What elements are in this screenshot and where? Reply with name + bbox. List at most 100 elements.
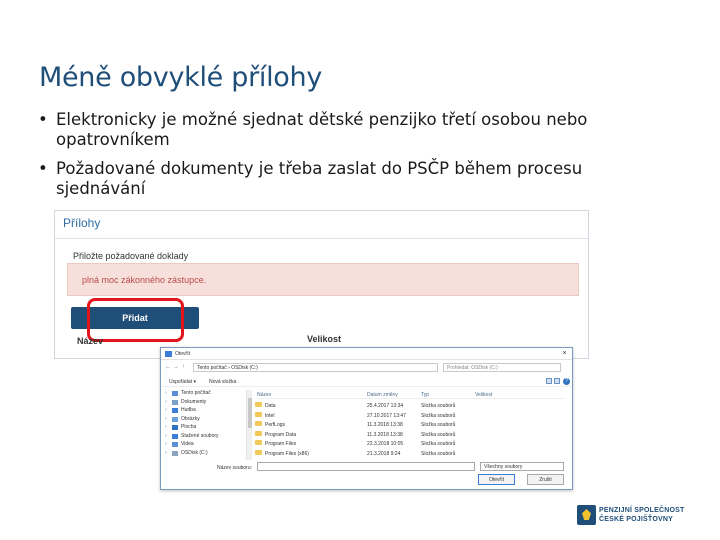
file-row[interactable]: Program Files 22.3.2018 10:05 Složka soubo…	[255, 439, 565, 448]
tree-item-label: Obrázky	[181, 415, 200, 422]
dialog-title: Otevřít	[175, 351, 191, 357]
open-file-dialog: Otevřít × ← → ↑ Tento počítač › OSDisk (…	[160, 347, 573, 490]
expand-icon[interactable]: ›	[165, 407, 167, 413]
search-input[interactable]: Prohledat: OSDisk (C:)	[443, 363, 561, 372]
forward-icon[interactable]: →	[173, 364, 179, 370]
expand-icon[interactable]: ›	[165, 433, 167, 439]
file-name: Data	[265, 403, 276, 409]
help-icon[interactable]: ?	[563, 378, 570, 385]
filename-label: Název souboru:	[217, 465, 253, 471]
tree-item[interactable]: › Stažené soubory	[165, 433, 245, 441]
column-size[interactable]: Velikost	[475, 392, 492, 398]
panel-title: Přílohy	[63, 216, 101, 230]
folder-icon	[255, 402, 262, 407]
folder-icon	[255, 411, 262, 417]
file-type: Složka souborů	[421, 412, 456, 419]
tree-item[interactable]: › Dokumenty	[165, 399, 245, 407]
new-folder-button[interactable]: Nová složka	[209, 379, 236, 385]
tree-item-label: Videa	[181, 441, 194, 447]
file-name: Program Files (x86)	[265, 450, 309, 457]
file-type: Složka souborů	[421, 403, 456, 409]
alert-text: plná moc zákonného zástupce.	[82, 275, 207, 285]
file-type-select[interactable]: Všechny soubory	[480, 462, 564, 471]
column-name[interactable]: Název	[257, 392, 271, 398]
navigation-tree: › Tento počítač › Dokumenty › Hudba › Obrázky › P…	[165, 390, 245, 460]
preview-pane-icon[interactable]	[554, 378, 560, 384]
tree-item-label: Tento počítač	[181, 390, 211, 396]
bullet-item: • Elektronicky je možné sjednat dětské pe…	[36, 110, 676, 150]
column-header-size: Velikost	[307, 334, 342, 344]
file-type: Složka souborů	[421, 441, 456, 447]
drive-icon	[172, 450, 178, 456]
file-list-header: Název Datum změny Typ Velikost	[255, 390, 565, 399]
tree-item-label: Plocha	[181, 424, 197, 430]
filename-input[interactable]	[257, 462, 475, 471]
organize-button[interactable]: Uspořádat ▾	[169, 379, 196, 385]
folder-icon	[255, 449, 262, 455]
file-date: 27.10.2017 13:47	[367, 412, 406, 419]
tree-item[interactable]: › Tento počítač	[165, 390, 245, 398]
computer-icon	[172, 391, 178, 396]
file-date: 11.3.2018 13:38	[367, 422, 403, 428]
tree-scrollbar[interactable]	[246, 390, 252, 460]
section-label: Přiložte požadované doklady	[73, 251, 189, 261]
expand-icon[interactable]: ›	[165, 390, 167, 396]
expand-icon[interactable]: ›	[165, 399, 167, 405]
logo-text-line1: PENZIJNÍ SPOLEČNOST	[599, 507, 685, 514]
file-name: Program Data	[265, 431, 297, 438]
file-row[interactable]: Program Files (x86) 21.3.2018 9:24 Složka …	[255, 449, 565, 458]
tree-item[interactable]: › Hudba	[165, 407, 245, 415]
music-icon	[172, 408, 178, 413]
expand-icon[interactable]: ›	[165, 450, 167, 456]
tree-item-label: Hudba	[181, 407, 196, 413]
desktop-icon	[172, 425, 178, 430]
tree-item[interactable]: › OSDisk (C:)	[165, 450, 245, 458]
logo-icon	[577, 505, 596, 525]
tree-item[interactable]: › Plocha	[165, 424, 245, 432]
file-list: Název Datum změny Typ Velikost Data 25.4.…	[255, 390, 565, 460]
tree-item-label: Stažené soubory	[181, 432, 219, 439]
company-logo: PENZIJNÍ SPOLEČNOST ČESKÉ POJIŠŤOVNY	[577, 505, 697, 527]
file-date: 21.3.2018 9:24	[367, 450, 401, 457]
open-button[interactable]: Otevřít	[478, 474, 515, 485]
path-field[interactable]: Tento počítač › OSDisk (C:)	[193, 363, 438, 372]
view-icon[interactable]	[546, 378, 552, 384]
logo-text-line2: ČESKÉ POJIŠŤOVNY	[599, 516, 673, 523]
bullet-text: Požadované dokumenty je třeba zaslat do …	[56, 159, 583, 198]
dialog-titlebar: Otevřít ×	[161, 348, 572, 360]
file-date: 22.3.2018 10:05	[367, 441, 404, 447]
column-header-name: Název	[77, 336, 104, 346]
expand-icon[interactable]: ›	[165, 416, 167, 422]
bullet-text: Elektronicky je možné sjednat dětské pen…	[56, 110, 588, 149]
close-icon[interactable]: ×	[560, 350, 569, 358]
pictures-icon	[172, 416, 178, 422]
column-type[interactable]: Typ	[421, 392, 429, 398]
tree-item[interactable]: › Videa	[165, 441, 245, 449]
attachments-panel: Přílohy Přiložte požadované doklady plná…	[54, 210, 589, 359]
file-row[interactable]: Data 25.4.2017 13:34 Složka souborů	[255, 401, 565, 410]
up-icon[interactable]: ↑	[182, 364, 185, 370]
alert-box: plná moc zákonného zástupce.	[67, 263, 579, 296]
dialog-toolbar: Uspořádat ▾ Nová složka ?	[161, 377, 572, 387]
file-name: Intel	[265, 412, 275, 419]
slide-title: Méně obvyklé přílohy	[39, 62, 323, 93]
back-icon[interactable]: ←	[165, 364, 171, 370]
file-type: Složka souborů	[421, 450, 456, 457]
tree-item-label: Dokumenty	[181, 398, 207, 405]
file-row[interactable]: Intel 27.10.2017 13:47 Složka souborů	[255, 411, 565, 420]
documents-icon	[172, 399, 178, 405]
file-row[interactable]: PerfLogs 11.3.2018 13:38 Složka souborů	[255, 420, 565, 429]
bullet-dot: •	[38, 110, 48, 129]
bullet-item: • Požadované dokumenty je třeba zaslat do…	[36, 159, 676, 199]
folder-icon	[255, 440, 262, 445]
file-type: Složka souborů	[421, 431, 456, 438]
file-type: Složka souborů	[421, 422, 456, 428]
expand-icon[interactable]: ›	[165, 441, 167, 447]
expand-icon[interactable]: ›	[165, 424, 167, 430]
panel-divider	[55, 238, 588, 239]
tree-item[interactable]: › Obrázky	[165, 416, 245, 424]
cancel-button[interactable]: Zrušit	[527, 474, 564, 485]
tree-item-label: OSDisk (C:)	[181, 449, 208, 456]
file-row[interactable]: Program Data 11.3.2018 13:38 Složka soubor…	[255, 430, 565, 439]
column-date[interactable]: Datum změny	[367, 392, 398, 398]
